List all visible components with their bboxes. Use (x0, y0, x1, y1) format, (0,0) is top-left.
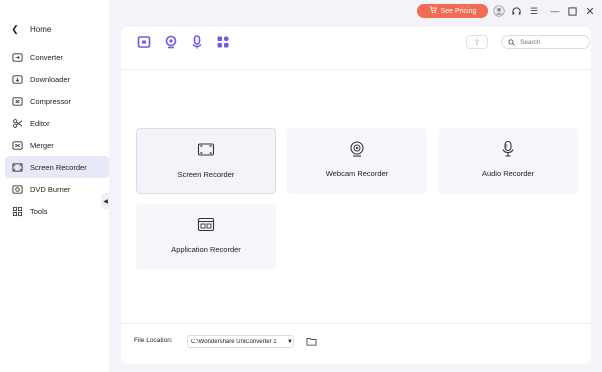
main-area: See Pricing ☰ — ✕ ⇧ Search Screen Record… (109, 0, 602, 372)
sidebar-item-converter[interactable]: Converter (5, 46, 109, 68)
dvd-burner-icon (12, 184, 23, 195)
home-label: Home (30, 24, 52, 34)
compressor-icon (12, 96, 23, 107)
sidebar-item-merger[interactable]: Merger (5, 134, 109, 156)
support-button[interactable] (509, 4, 523, 18)
open-folder-button[interactable] (305, 335, 318, 348)
sidebar-item-compressor[interactable]: Compressor (5, 90, 109, 112)
apps-mode-button[interactable] (216, 35, 230, 49)
file-location-label: File Location: (134, 337, 173, 344)
apps-grid-icon (217, 36, 229, 48)
hamburger-icon: ☰ (529, 5, 539, 16)
title-bar: See Pricing ☰ — ✕ (109, 0, 602, 24)
sidebar-item-label: Converter (30, 52, 63, 62)
account-avatar[interactable] (492, 4, 506, 18)
search-input[interactable] (520, 38, 580, 46)
sidebar-item-label: Screen Recorder (30, 162, 87, 172)
menu-button[interactable]: ☰ (527, 4, 541, 18)
webcam-mode-button[interactable] (164, 35, 178, 49)
sidebar-item-label: Tools (30, 206, 48, 216)
tile-label: Screen Recorder (177, 170, 235, 179)
recorder-panel: ⇧ Screen Recorder Webcam Recorder Audi (121, 27, 591, 364)
sidebar-item-label: Merger (30, 140, 54, 150)
editor-icon (12, 118, 23, 129)
sidebar: ❮ Home Converter Downloader Compressor E… (0, 0, 109, 372)
tile-label: Audio Recorder (481, 169, 535, 178)
close-button[interactable]: ✕ (583, 4, 597, 18)
sidebar-item-downloader[interactable]: Downloader (5, 68, 109, 90)
screen-mode-button[interactable] (137, 35, 151, 49)
see-pricing-button[interactable]: See Pricing (417, 4, 488, 18)
converter-icon (12, 52, 23, 63)
upload-icon: ⇧ (473, 37, 481, 47)
webcam-icon (165, 35, 177, 49)
search-icon (508, 38, 515, 46)
microphone-icon (192, 35, 202, 49)
sidebar-item-screen-recorder[interactable]: Screen Recorder (5, 156, 109, 178)
recorder-toolbar: ⇧ (121, 27, 591, 59)
screen-icon (137, 36, 151, 48)
maximize-icon (567, 6, 577, 16)
sidebar-item-label: Editor (30, 118, 50, 128)
sidebar-item-dvd-burner[interactable]: DVD Burner (5, 178, 109, 200)
application-recorder-tile[interactable]: Application Recorder (136, 204, 276, 270)
screen-recorder-icon (12, 162, 23, 173)
search-box[interactable] (501, 35, 590, 49)
chevron-left-icon: ◀ (103, 198, 108, 205)
user-icon (493, 5, 505, 17)
minimize-icon: — (550, 6, 560, 16)
back-arrow-icon: ❮ (11, 23, 19, 34)
application-window-icon (197, 216, 215, 234)
sidebar-item-editor[interactable]: Editor (5, 112, 109, 134)
tools-icon (12, 206, 23, 217)
webcam-icon (348, 140, 366, 158)
sidebar-item-label: DVD Burner (30, 184, 71, 194)
cart-icon (429, 6, 437, 16)
chevron-down-icon: ▼ (287, 338, 293, 345)
screen-icon (197, 141, 215, 159)
merger-icon (12, 140, 23, 151)
see-pricing-label: See Pricing (440, 7, 477, 15)
downloader-icon (12, 74, 23, 85)
sidebar-nav: Converter Downloader Compressor Editor M… (5, 46, 109, 222)
toolbar-divider (121, 69, 591, 70)
upload-button[interactable]: ⇧ (466, 35, 488, 49)
home-button[interactable]: ❮ Home (0, 18, 109, 40)
sidebar-item-label: Downloader (30, 74, 71, 84)
webcam-recorder-tile[interactable]: Webcam Recorder (287, 128, 427, 194)
file-location-select[interactable]: C:\Wondershare UniConverter 1 ▼ (187, 335, 294, 348)
microphone-icon (499, 140, 517, 158)
audio-mode-button[interactable] (190, 35, 204, 49)
screen-recorder-tile[interactable]: Screen Recorder (136, 128, 276, 194)
folder-icon (306, 337, 317, 346)
minimize-button[interactable]: — (548, 4, 562, 18)
sidebar-item-tools[interactable]: Tools (5, 200, 109, 222)
headset-icon (511, 6, 521, 15)
audio-recorder-tile[interactable]: Audio Recorder (438, 128, 578, 194)
file-location-value: C:\Wondershare UniConverter 1 (191, 338, 277, 345)
maximize-button[interactable] (565, 4, 579, 18)
footer-divider (121, 323, 591, 324)
tile-label: Webcam Recorder (325, 169, 389, 178)
tile-label: Application Recorder (171, 245, 241, 254)
sidebar-item-label: Compressor (30, 96, 71, 106)
close-icon: ✕ (585, 5, 595, 18)
